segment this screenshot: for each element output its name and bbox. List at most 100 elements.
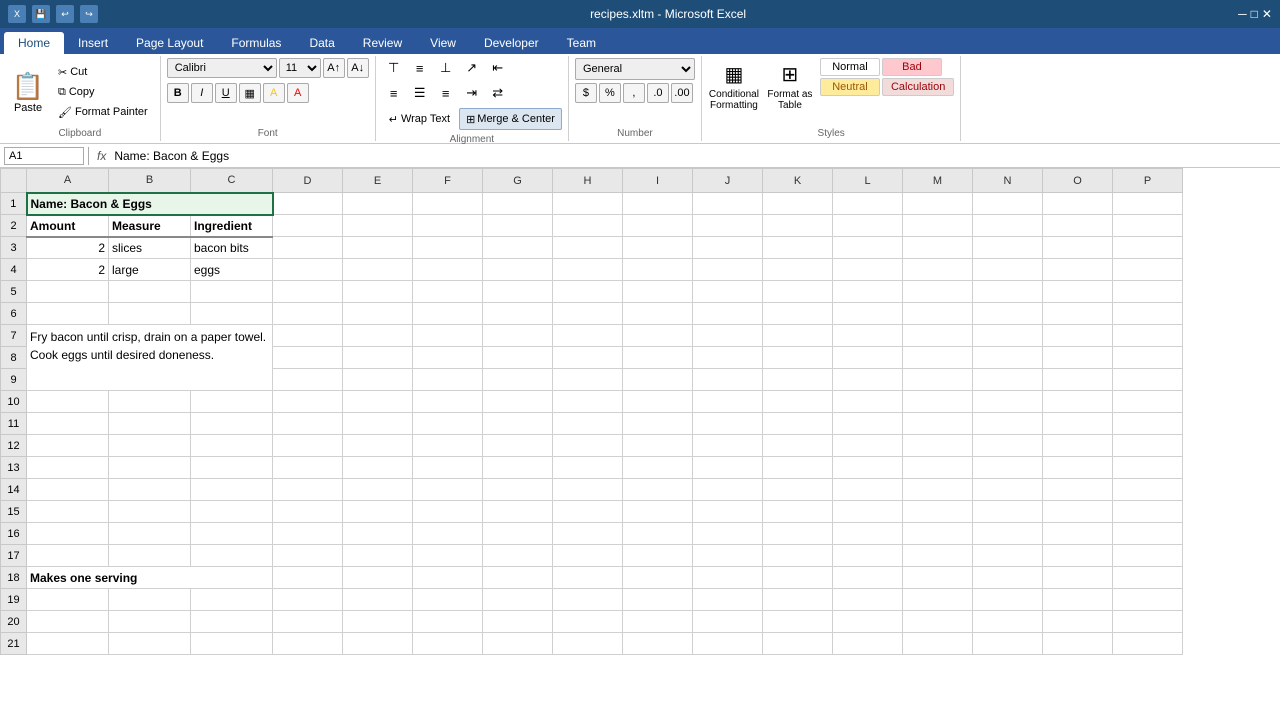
cell-empty[interactable]: [1043, 567, 1113, 589]
cell-empty[interactable]: [553, 281, 623, 303]
tab-team[interactable]: Team: [553, 32, 610, 54]
cell-empty[interactable]: [693, 347, 763, 369]
cell-empty[interactable]: [833, 347, 903, 369]
tab-developer[interactable]: Developer: [470, 32, 553, 54]
cell-empty[interactable]: [483, 259, 553, 281]
cell-empty[interactable]: [1043, 413, 1113, 435]
cell-empty[interactable]: [27, 391, 109, 413]
cell-empty[interactable]: [191, 545, 273, 567]
cell-empty[interactable]: [973, 457, 1043, 479]
cell-empty[interactable]: [623, 413, 693, 435]
cell-empty[interactable]: [693, 237, 763, 259]
cell-empty[interactable]: [343, 523, 413, 545]
col-header-n[interactable]: N: [973, 169, 1043, 193]
cell-empty[interactable]: [833, 457, 903, 479]
cell-empty[interactable]: [109, 435, 191, 457]
cell-empty[interactable]: [413, 303, 483, 325]
decrease-decimal-button[interactable]: .00: [671, 83, 693, 103]
bold-button[interactable]: B: [167, 83, 189, 103]
cell-empty[interactable]: [973, 325, 1043, 347]
row-number-3[interactable]: 3: [1, 237, 27, 259]
cell-empty[interactable]: [553, 369, 623, 391]
style-normal[interactable]: Normal: [820, 58, 880, 76]
cell-empty[interactable]: [973, 215, 1043, 237]
cell-empty[interactable]: [973, 589, 1043, 611]
tab-formulas[interactable]: Formulas: [217, 32, 295, 54]
cell-empty[interactable]: [693, 501, 763, 523]
cell-empty[interactable]: [763, 413, 833, 435]
cell-a4[interactable]: 2: [27, 259, 109, 281]
cell-empty[interactable]: [623, 567, 693, 589]
cell-empty[interactable]: [273, 589, 343, 611]
paste-button[interactable]: 📋 Paste: [6, 64, 50, 120]
cell-empty[interactable]: [27, 611, 109, 633]
cell-empty[interactable]: [343, 545, 413, 567]
cell-empty[interactable]: [1113, 567, 1183, 589]
cell-empty[interactable]: [483, 479, 553, 501]
style-bad[interactable]: Bad: [882, 58, 942, 76]
cell-a2[interactable]: Amount: [27, 215, 109, 237]
cell-empty[interactable]: [273, 633, 343, 655]
cell-empty[interactable]: [553, 237, 623, 259]
cell-empty[interactable]: [191, 435, 273, 457]
cell-empty[interactable]: [973, 633, 1043, 655]
cell-empty[interactable]: [763, 589, 833, 611]
cell-empty[interactable]: [191, 457, 273, 479]
cell-empty[interactable]: [273, 193, 343, 215]
cell-empty[interactable]: [973, 545, 1043, 567]
cell-empty[interactable]: [483, 457, 553, 479]
font-name-select[interactable]: Calibri: [167, 58, 277, 78]
increase-font-btn[interactable]: A↑: [323, 58, 345, 78]
cell-empty[interactable]: [553, 523, 623, 545]
align-middle-button[interactable]: ≡: [408, 58, 432, 78]
cell-empty[interactable]: [763, 633, 833, 655]
cell-empty[interactable]: [623, 369, 693, 391]
decrease-font-btn[interactable]: A↓: [347, 58, 369, 78]
cell-empty[interactable]: [413, 457, 483, 479]
cell-empty[interactable]: [343, 281, 413, 303]
style-neutral[interactable]: Neutral: [820, 78, 880, 96]
tab-view[interactable]: View: [416, 32, 470, 54]
cell-empty[interactable]: [343, 413, 413, 435]
cell-empty[interactable]: [763, 281, 833, 303]
cell-a18[interactable]: Makes one serving: [27, 567, 273, 589]
indent-decrease-button[interactable]: ⇤: [486, 58, 510, 78]
cell-empty[interactable]: [903, 281, 973, 303]
cell-empty[interactable]: [413, 523, 483, 545]
underline-button[interactable]: U: [215, 83, 237, 103]
cell-empty[interactable]: [273, 369, 343, 391]
cell-empty[interactable]: [483, 347, 553, 369]
cell-a1[interactable]: Name: Bacon & Eggs: [27, 193, 273, 215]
cell-empty[interactable]: [973, 523, 1043, 545]
col-header-l[interactable]: L: [833, 169, 903, 193]
currency-button[interactable]: $: [575, 83, 597, 103]
cut-button[interactable]: ✂ Cut: [52, 62, 93, 82]
cell-empty[interactable]: [973, 259, 1043, 281]
cell-empty[interactable]: [763, 193, 833, 215]
cell-empty[interactable]: [27, 435, 109, 457]
cell-empty[interactable]: [343, 589, 413, 611]
cell-empty[interactable]: [273, 259, 343, 281]
percent-button[interactable]: %: [599, 83, 621, 103]
cell-empty[interactable]: [273, 479, 343, 501]
tab-review[interactable]: Review: [349, 32, 416, 54]
col-header-o[interactable]: O: [1043, 169, 1113, 193]
row-number-9[interactable]: 9: [1, 369, 27, 391]
cell-a7[interactable]: Fry bacon until crisp, drain on a paper …: [27, 325, 273, 391]
cell-empty[interactable]: [343, 369, 413, 391]
cell-empty[interactable]: [623, 237, 693, 259]
cell-empty[interactable]: [973, 391, 1043, 413]
cell-empty[interactable]: [1113, 193, 1183, 215]
cell-empty[interactable]: [693, 611, 763, 633]
cell-empty[interactable]: [903, 611, 973, 633]
cell-empty[interactable]: [1043, 479, 1113, 501]
cell-empty[interactable]: [623, 281, 693, 303]
col-header-p[interactable]: P: [1113, 169, 1183, 193]
cell-empty[interactable]: [1043, 589, 1113, 611]
cell-empty[interactable]: [191, 611, 273, 633]
cell-empty[interactable]: [109, 391, 191, 413]
cell-empty[interactable]: [973, 281, 1043, 303]
cell-empty[interactable]: [833, 523, 903, 545]
cell-empty[interactable]: [273, 457, 343, 479]
cell-empty[interactable]: [191, 501, 273, 523]
